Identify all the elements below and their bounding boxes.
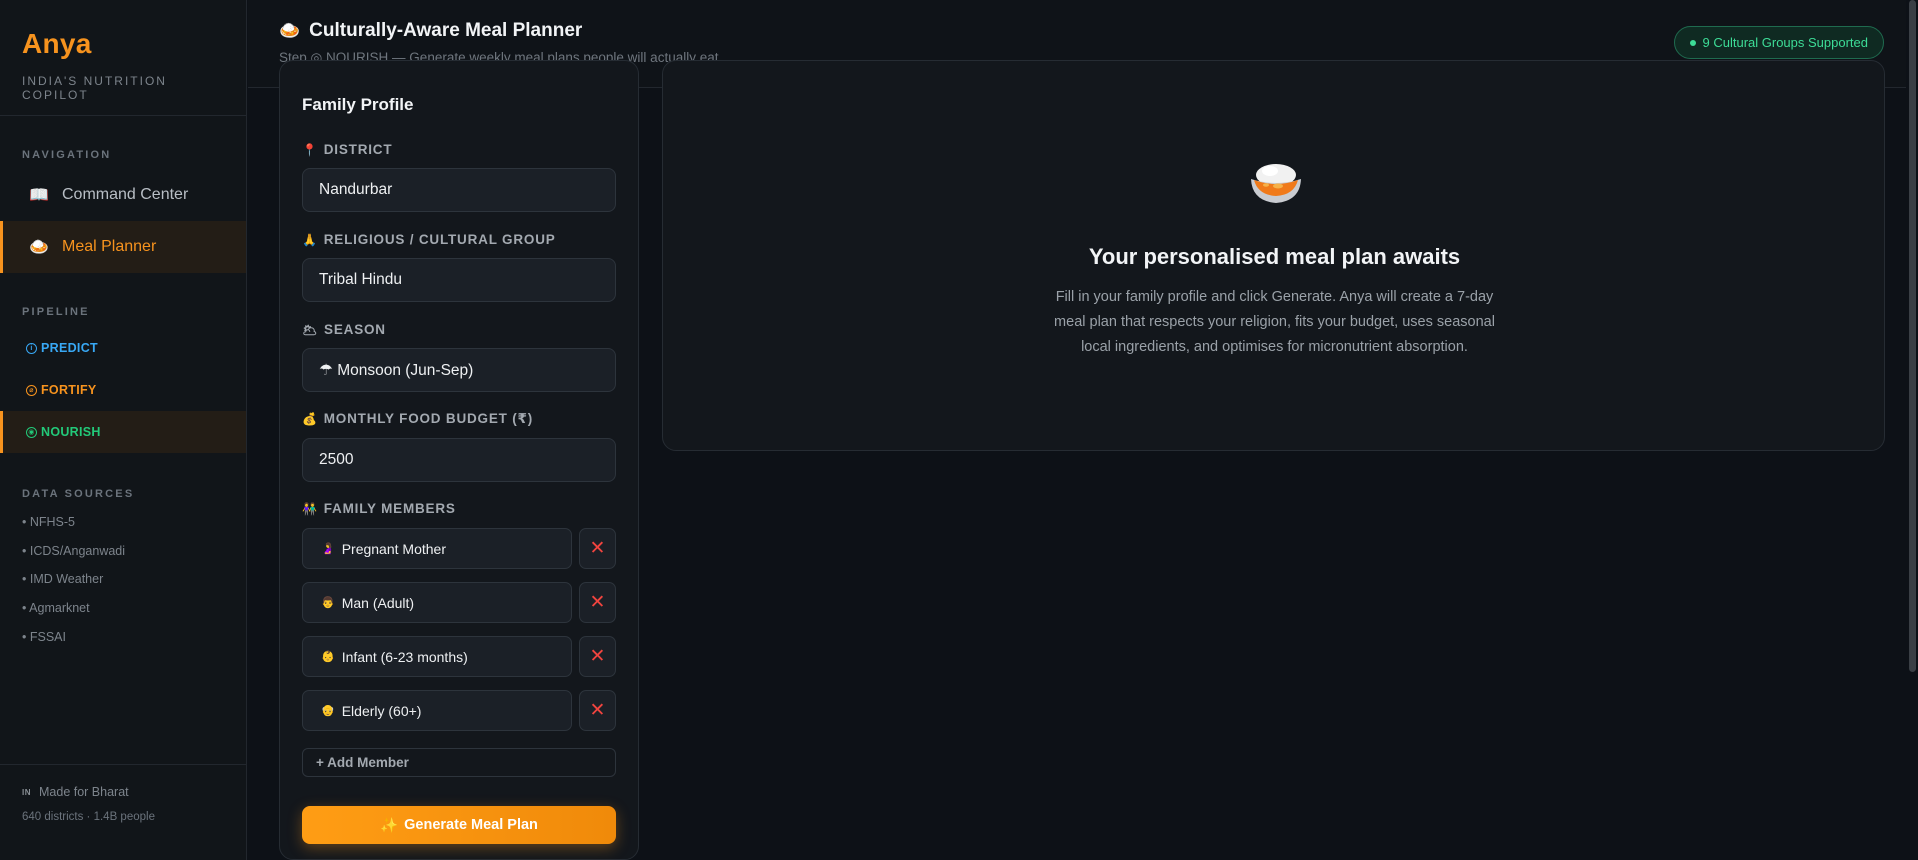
members-label: 👫 FAMILY MEMBERS [302, 501, 456, 516]
status-badge: 9 Cultural Groups Supported [1673, 26, 1884, 59]
remove-member-button[interactable]: ✕ [579, 582, 616, 623]
data-source-item: • IMD Weather [22, 572, 104, 586]
nav-section-label: NAVIGATION [22, 149, 112, 161]
generate-meal-plan-button[interactable]: ✨ Generate Meal Plan [302, 806, 616, 844]
footer-stats: 640 districts · 1.4B people [22, 811, 155, 823]
info-icon: i [26, 342, 37, 354]
meal-plan-panel: Your personalised meal plan awaits Fill … [662, 60, 1885, 451]
sidebar-item-label: Command Center [62, 186, 189, 203]
data-source-item: • ICDS/Anganwadi [22, 544, 126, 558]
season-label-text: SEASON [324, 322, 386, 337]
group-label-text: RELIGIOUS / CULTURAL GROUP [323, 232, 556, 247]
data-source-item: • NFHS-5 [22, 515, 75, 529]
remove-member-button[interactable]: ✕ [579, 528, 616, 569]
flag-icon: IN [22, 787, 31, 797]
member-label: Man (Adult) [341, 594, 415, 611]
footer-made-for-text: Made for Bharat [39, 785, 129, 799]
sparkles-icon: ✨ [380, 817, 399, 834]
members-label-text: FAMILY MEMBERS [323, 501, 456, 516]
brand: Anya INDIA'S NUTRITION COPILOT [0, 0, 246, 116]
target-icon: ◉ [26, 426, 37, 438]
budget-input[interactable]: 2500 [302, 438, 616, 482]
member-label: Infant (6-23 months) [341, 648, 468, 665]
sidebar-footer: IN Made for Bharat 640 districts · 1.4B … [0, 764, 246, 860]
member-select[interactable]: 👨 Man (Adult) [302, 582, 572, 623]
remove-member-button[interactable]: ✕ [579, 690, 616, 731]
add-member-button[interactable]: + Add Member [302, 748, 616, 777]
page-title-text: Culturally-Aware Meal Planner [309, 20, 583, 41]
empty-state-title: Your personalised meal plan awaits [1088, 244, 1461, 269]
sidebar: Anya INDIA'S NUTRITION COPILOT NAVIGATIO… [0, 0, 247, 860]
scrollbar-thumb[interactable] [1909, 0, 1916, 672]
member-label: Pregnant Mother [341, 540, 446, 557]
list-item: 👶 Infant (6-23 months) ✕ [302, 636, 616, 677]
data-source-item: • Agmarknet [22, 601, 90, 615]
pipeline-section-label: PIPELINE [22, 306, 90, 318]
data-source-item: • FSSAI [22, 630, 66, 644]
brand-tagline: INDIA'S NUTRITION COPILOT [22, 74, 167, 102]
man-icon: 👨 [321, 597, 335, 609]
baby-icon: 👶 [321, 651, 335, 663]
curry-bowl-icon [1251, 164, 1301, 203]
empty-state-description: Fill in your family profile and click Ge… [1054, 289, 1495, 355]
pipeline-item-nourish[interactable]: ◉ NOURISH [0, 411, 246, 453]
budget-label: 💰 MONTHLY FOOD BUDGET (₹) [302, 411, 533, 427]
money-bag-icon: 💰 [302, 412, 318, 426]
district-label: 📍 DISTRICT [302, 142, 392, 157]
status-dot-icon [1689, 39, 1696, 46]
list-item: 🤰 Pregnant Mother ✕ [302, 528, 616, 569]
bowl-icon: 🍛 [29, 239, 49, 256]
season-select[interactable]: ☂ Monsoon (Jun-Sep) [302, 348, 616, 392]
district-input[interactable]: Nandurbar [302, 168, 616, 212]
cultural-group-select[interactable]: Tribal Hindu [302, 258, 616, 302]
generate-button-label: Generate Meal Plan [404, 817, 538, 833]
footer-made-for: IN Made for Bharat [22, 785, 224, 799]
group-label: 🙏 RELIGIOUS / CULTURAL GROUP [302, 232, 556, 247]
pipeline-item-label: FORTIFY [41, 383, 97, 397]
pipeline-item-label: PREDICT [41, 341, 98, 355]
page-scrollbar[interactable] [1906, 0, 1918, 860]
pin-icon: 📍 [302, 142, 318, 157]
sidebar-item-meal-planner[interactable]: 🍛 Meal Planner [0, 221, 246, 273]
form-title: Family Profile [302, 95, 414, 114]
data-sources-label: DATA SOURCES [22, 488, 135, 500]
pipeline-item-predict[interactable]: i PREDICT [0, 327, 246, 369]
brand-name: Anya [22, 28, 92, 59]
page-title: 🍛 Culturally-Aware Meal Planner [279, 20, 582, 42]
cloud-icon: 🌥 [302, 322, 319, 337]
pipeline-item-label: NOURISH [41, 425, 101, 439]
sidebar-item-label: Meal Planner [62, 238, 157, 255]
list-item: 👴 Elderly (60+) ✕ [302, 690, 616, 731]
family-profile-panel: Family Profile 📍 DISTRICT Nandurbar 🙏 RE… [279, 60, 639, 860]
remove-member-button[interactable]: ✕ [579, 636, 616, 677]
member-select[interactable]: 🤰 Pregnant Mother [302, 528, 572, 569]
pregnant-icon: 🤰 [321, 543, 335, 555]
member-select[interactable]: 👶 Infant (6-23 months) [302, 636, 572, 677]
district-label-text: DISTRICT [323, 142, 393, 157]
member-label: Elderly (60+) [341, 702, 422, 719]
list-item: 👨 Man (Adult) ✕ [302, 582, 616, 623]
sidebar-item-command-center[interactable]: 📖 Command Center [0, 169, 246, 221]
budget-label-text: MONTHLY FOOD BUDGET (₹) [323, 411, 534, 426]
elderly-icon: 👴 [321, 705, 335, 717]
pipeline-item-fortify[interactable]: ⌀ FORTIFY [0, 369, 246, 411]
fortify-icon: ⌀ [26, 384, 37, 396]
pray-icon: 🙏 [302, 232, 318, 247]
season-label: 🌥 SEASON [302, 322, 386, 337]
status-badge-text: 9 Cultural Groups Supported [1702, 35, 1868, 50]
bowl-icon: 🍛 [279, 21, 301, 40]
book-icon: 📖 [29, 187, 49, 204]
member-select[interactable]: 👴 Elderly (60+) [302, 690, 572, 731]
family-icon: 👫 [302, 501, 318, 516]
